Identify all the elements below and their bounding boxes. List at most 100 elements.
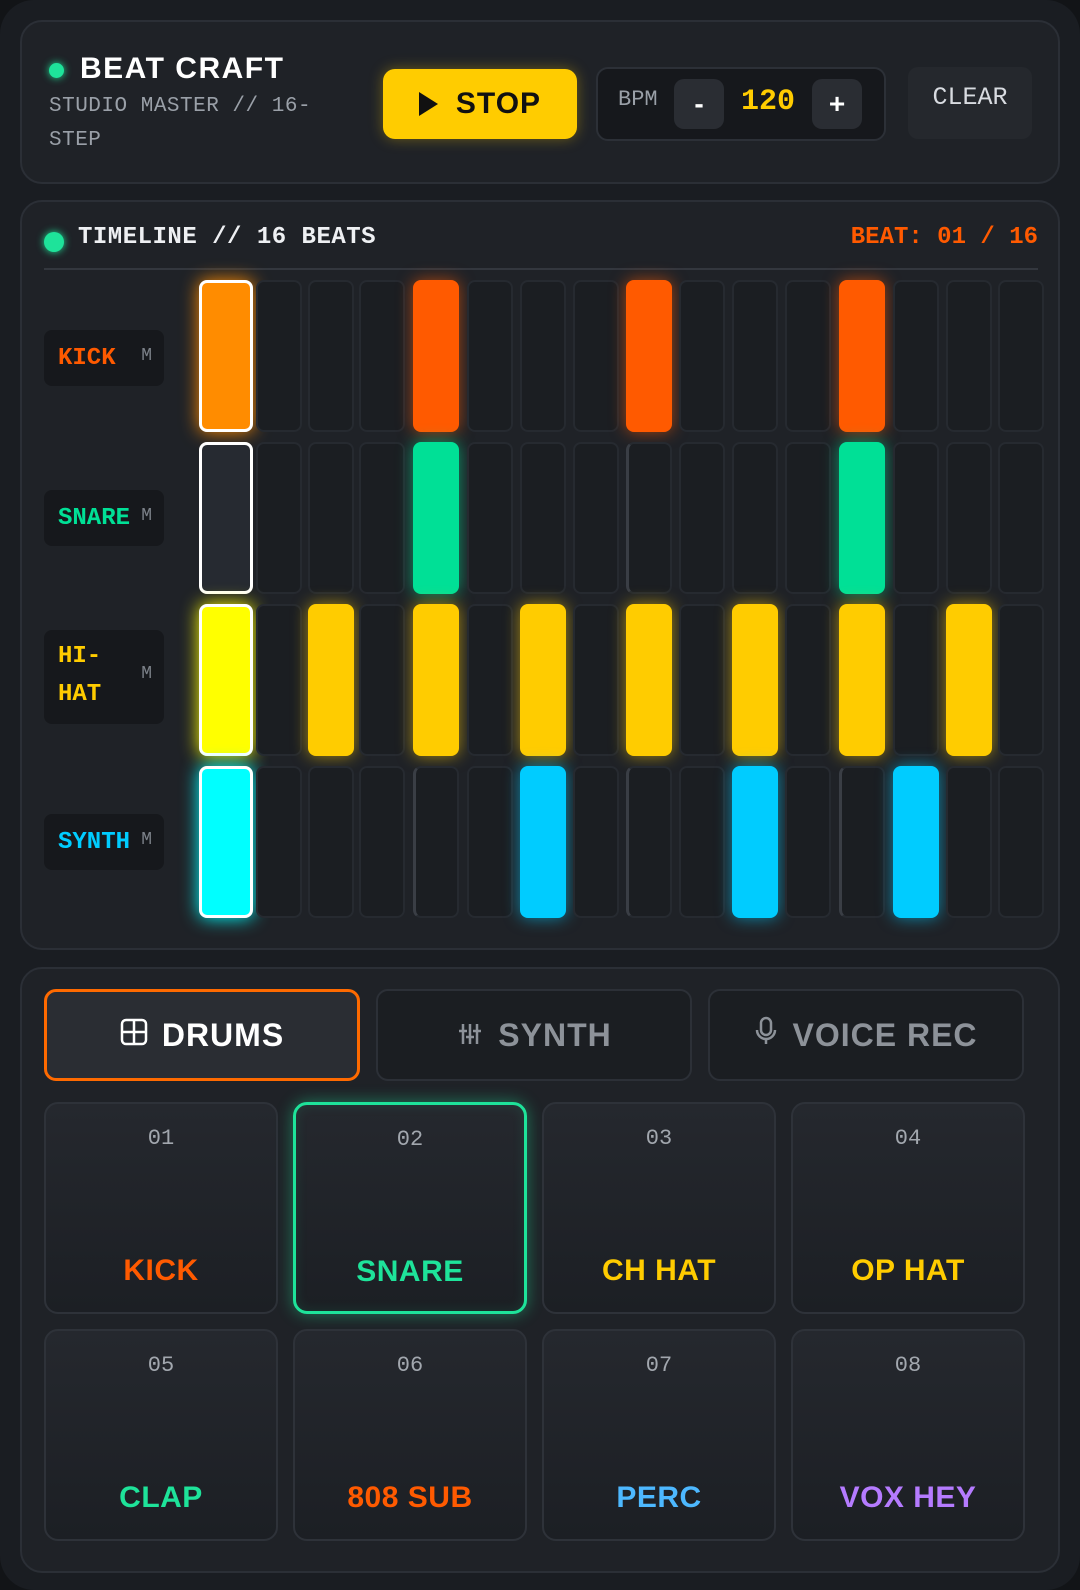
timeline-title: TIMELINE // 16 BEATS	[78, 224, 377, 251]
step-1-6[interactable]	[467, 280, 513, 432]
step-4-8[interactable]	[573, 766, 619, 918]
tab-drums[interactable]: DRUMS	[44, 989, 360, 1081]
step-1-14[interactable]	[893, 280, 939, 432]
step-1-4[interactable]	[359, 280, 405, 432]
step-3-10[interactable]	[679, 604, 725, 756]
step-2-14[interactable]	[893, 442, 939, 594]
mute-button[interactable]: M	[141, 346, 152, 366]
mute-button[interactable]: M	[141, 506, 152, 526]
step-1-10[interactable]	[679, 280, 725, 432]
step-4-12[interactable]	[785, 766, 831, 918]
step-1-11[interactable]	[732, 280, 778, 432]
step-3-11[interactable]	[732, 604, 778, 756]
step-1-15[interactable]	[946, 280, 992, 432]
bpm-decrement-button[interactable]: -	[674, 79, 724, 129]
step-1-3[interactable]	[308, 280, 354, 432]
step-4-9[interactable]	[626, 766, 672, 918]
pad-name: VOX HEY	[839, 1481, 977, 1514]
step-2-15[interactable]	[946, 442, 992, 594]
pad-04[interactable]: 04 OP HAT	[791, 1102, 1025, 1314]
header-panel: BEAT CRAFT STUDIO MASTER // 16-STEP STOP…	[20, 20, 1060, 184]
step-3-7[interactable]	[520, 604, 566, 756]
step-1-12[interactable]	[785, 280, 831, 432]
step-2-3[interactable]	[308, 442, 354, 594]
step-3-15[interactable]	[946, 604, 992, 756]
step-1-5[interactable]	[413, 280, 459, 432]
step-3-13[interactable]	[839, 604, 885, 756]
step-1-2[interactable]	[256, 280, 302, 432]
pad-03[interactable]: 03 CH HAT	[542, 1102, 776, 1314]
bpm-increment-button[interactable]: +	[812, 79, 862, 129]
mute-button[interactable]: M	[141, 830, 152, 850]
step-4-15[interactable]	[946, 766, 992, 918]
step-1-8[interactable]	[573, 280, 619, 432]
step-2-6[interactable]	[467, 442, 513, 594]
step-1-16[interactable]	[998, 280, 1044, 432]
step-2-7[interactable]	[520, 442, 566, 594]
step-4-13[interactable]	[839, 766, 885, 918]
step-4-10[interactable]	[679, 766, 725, 918]
track-label-3: HI- HAT M	[44, 630, 164, 724]
stop-button[interactable]: STOP	[383, 69, 577, 139]
step-2-8[interactable]	[573, 442, 619, 594]
microphone-icon	[754, 1016, 778, 1054]
mute-button[interactable]: M	[141, 664, 152, 684]
step-3-2[interactable]	[256, 604, 302, 756]
pad-07[interactable]: 07 PERC	[542, 1329, 776, 1541]
pad-06[interactable]: 06 808 SUB	[293, 1329, 527, 1541]
pad-08[interactable]: 08 VOX HEY	[791, 1329, 1025, 1541]
step-3-6[interactable]	[467, 604, 513, 756]
step-4-3[interactable]	[308, 766, 354, 918]
step-2-16[interactable]	[998, 442, 1044, 594]
step-3-1[interactable]	[199, 604, 253, 756]
app-subtitle: STUDIO MASTER // 16-STEP	[49, 95, 312, 152]
instrument-panel: DRUMS SYNTH VOICE REC 01 KICK 02 SNARE 03 CH …	[20, 967, 1060, 1573]
step-4-2[interactable]	[256, 766, 302, 918]
step-3-4[interactable]	[359, 604, 405, 756]
step-1-7[interactable]	[520, 280, 566, 432]
step-3-8[interactable]	[573, 604, 619, 756]
step-2-5[interactable]	[413, 442, 459, 594]
step-3-14[interactable]	[893, 604, 939, 756]
pad-number: 06	[396, 1353, 424, 1378]
tab-drums-label: DRUMS	[161, 1016, 285, 1053]
step-2-1[interactable]	[199, 442, 253, 594]
step-1-9[interactable]	[626, 280, 672, 432]
step-2-13[interactable]	[839, 442, 885, 594]
step-4-5[interactable]	[413, 766, 459, 918]
step-4-11[interactable]	[732, 766, 778, 918]
step-4-14[interactable]	[893, 766, 939, 918]
step-2-2[interactable]	[256, 442, 302, 594]
pad-01[interactable]: 01 KICK	[44, 1102, 278, 1314]
timeline-indicator	[44, 232, 64, 252]
pad-number: 07	[645, 1353, 673, 1378]
stop-button-label: STOP	[455, 87, 542, 120]
step-3-3[interactable]	[308, 604, 354, 756]
step-2-12[interactable]	[785, 442, 831, 594]
pad-number: 04	[894, 1126, 922, 1151]
step-2-10[interactable]	[679, 442, 725, 594]
step-4-6[interactable]	[467, 766, 513, 918]
tab-synth[interactable]: SYNTH	[376, 989, 692, 1081]
step-3-12[interactable]	[785, 604, 831, 756]
step-1-13[interactable]	[839, 280, 885, 432]
step-1-1[interactable]	[199, 280, 253, 432]
pad-name: SNARE	[356, 1255, 464, 1288]
step-2-9[interactable]	[626, 442, 672, 594]
tab-voice-rec[interactable]: VOICE REC	[708, 989, 1024, 1081]
step-2-4[interactable]	[359, 442, 405, 594]
step-4-1[interactable]	[199, 766, 253, 918]
bpm-label: BPM	[618, 87, 658, 112]
step-3-5[interactable]	[413, 604, 459, 756]
pad-name: KICK	[123, 1254, 199, 1287]
pad-02[interactable]: 02 SNARE	[293, 1102, 527, 1314]
pad-number: 08	[894, 1353, 922, 1378]
clear-button[interactable]: CLEAR	[908, 67, 1032, 139]
pad-05[interactable]: 05 CLAP	[44, 1329, 278, 1541]
step-2-11[interactable]	[732, 442, 778, 594]
step-3-9[interactable]	[626, 604, 672, 756]
step-4-7[interactable]	[520, 766, 566, 918]
step-4-4[interactable]	[359, 766, 405, 918]
step-3-16[interactable]	[998, 604, 1044, 756]
step-4-16[interactable]	[998, 766, 1044, 918]
